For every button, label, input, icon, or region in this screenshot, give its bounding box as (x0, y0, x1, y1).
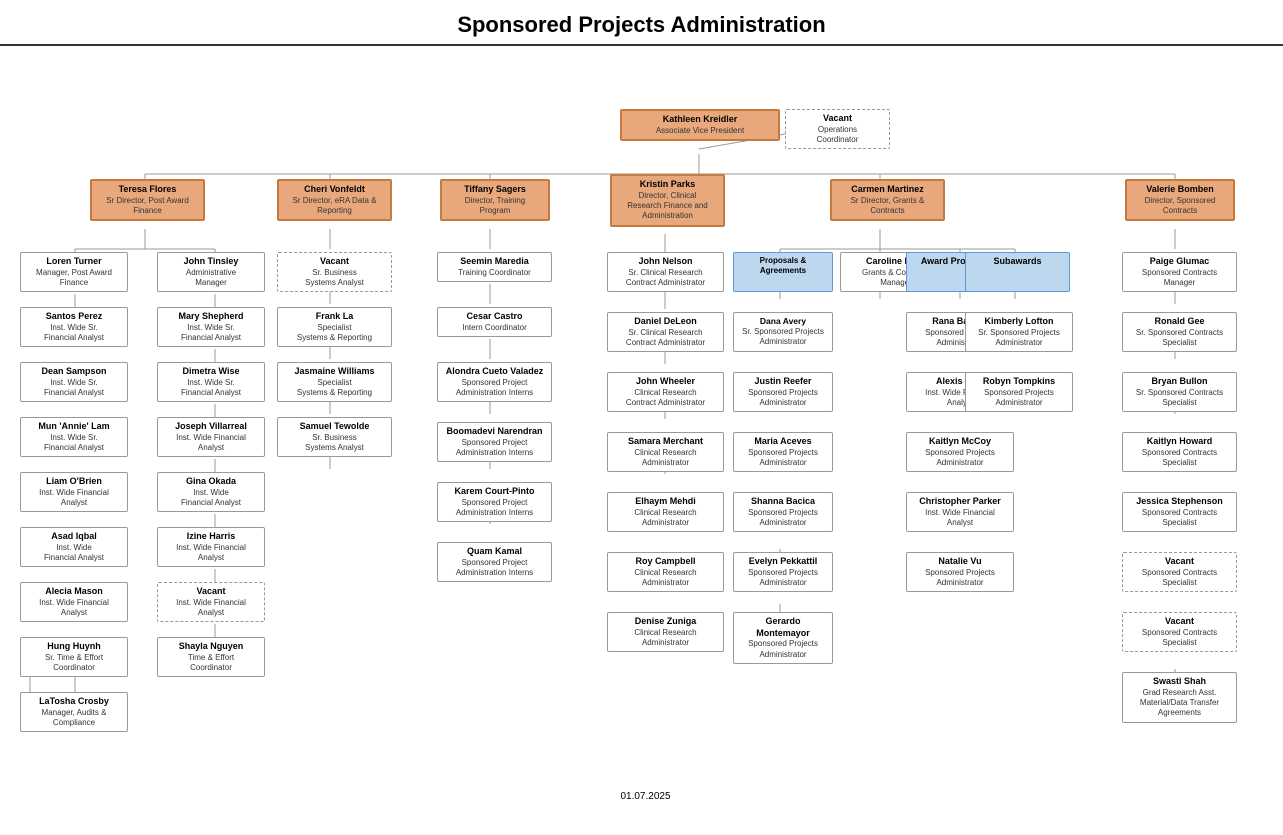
box-hung: Hung Huynh Sr. Time & EffortCoordinator (20, 637, 128, 677)
box-boomadevi: Boomadevi Narendran Sponsored ProjectAdm… (437, 422, 552, 462)
box-jasmaine: Jasmaine Williams SpecialistSystems & Re… (277, 362, 392, 402)
box-loren: Loren Turner Manager, Post AwardFinance (20, 252, 128, 292)
box-frank: Frank La SpecialistSystems & Reporting (277, 307, 392, 347)
box-gerardo: Gerardo Montemayor Sponsored ProjectsAdm… (733, 612, 833, 664)
box-christopher: Christopher Parker Inst. Wide FinancialA… (906, 492, 1014, 532)
box-latosha: LaTosha Crosby Manager, Audits &Complian… (20, 692, 128, 732)
box-maria: Maria Aceves Sponsored ProjectsAdministr… (733, 432, 833, 472)
box-carmen: Carmen Martinez Sr Director, Grants &Con… (830, 179, 945, 221)
box-vacant-ops: Vacant OperationsCoordinator (785, 109, 890, 149)
box-vacant-scs2: Vacant Sponsored ContractsSpecialist (1122, 612, 1237, 652)
box-mary: Mary Shepherd Inst. Wide Sr.Financial An… (157, 307, 265, 347)
box-ronald: Ronald Gee Sr. Sponsored ContractsSpecia… (1122, 312, 1237, 352)
box-liam: Liam O'Brien Inst. Wide FinancialAnalyst (20, 472, 128, 512)
box-kimberly: Kimberly Lofton Sr. Sponsored ProjectsAd… (965, 312, 1073, 352)
box-cheri: Cheri Vonfeldt Sr Director, eRA Data &Re… (277, 179, 392, 221)
box-izine: Izine Harris Inst. Wide FinancialAnalyst (157, 527, 265, 567)
footer-date: 01.07.2025 (4, 783, 1283, 810)
box-vacant-scs1: Vacant Sponsored ContractsSpecialist (1122, 552, 1237, 592)
box-kathleen: Kathleen Kreidler Associate Vice Preside… (620, 109, 780, 141)
box-cesar: Cesar Castro Intern Coordinator (437, 307, 552, 337)
box-dimetra: Dimetra Wise Inst. Wide Sr.Financial Ana… (157, 362, 265, 402)
page-title: Sponsored Projects Administration (0, 0, 1283, 46)
box-john-t: John Tinsley AdministrativeManager (157, 252, 265, 292)
box-justin: Justin Reefer Sponsored ProjectsAdminist… (733, 372, 833, 412)
box-paige: Paige Glumac Sponsored ContractsManager (1122, 252, 1237, 292)
box-gina: Gina Okada Inst. WideFinancial Analyst (157, 472, 265, 512)
box-vacant-fa: Vacant Inst. Wide FinancialAnalyst (157, 582, 265, 622)
box-proposals: Proposals &Agreements (733, 252, 833, 292)
box-valerie: Valerie Bomben Director, SponsoredContra… (1125, 179, 1235, 221)
box-alecia: Alecia Mason Inst. Wide FinancialAnalyst (20, 582, 128, 622)
box-asad: Asad Iqbal Inst. WideFinancial Analyst (20, 527, 128, 567)
box-subawards: Subawards (965, 252, 1070, 292)
box-roy: Roy Campbell Clinical ResearchAdministra… (607, 552, 724, 592)
box-seemin: Seemin Maredia Training Coordinator (437, 252, 552, 282)
box-evelyn-p: Evelyn Pekkattil Sponsored ProjectsAdmin… (733, 552, 833, 592)
box-dean: Dean Sampson Inst. Wide Sr.Financial Ana… (20, 362, 128, 402)
box-robyn: Robyn Tompkins Sponsored ProjectsAdminis… (965, 372, 1073, 412)
box-annie: Mun 'Annie' Lam Inst. Wide Sr.Financial … (20, 417, 128, 457)
box-swasti: Swasti Shah Grad Research Asst.Material/… (1122, 672, 1237, 723)
box-john-w: John Wheeler Clinical ResearchContract A… (607, 372, 724, 412)
box-bryan: Bryan Bullon Sr. Sponsored ContractsSpec… (1122, 372, 1237, 412)
box-joseph: Joseph Villarreal Inst. Wide FinancialAn… (157, 417, 265, 457)
box-denise: Denise Zuniga Clinical ResearchAdministr… (607, 612, 724, 652)
box-john-n: John Nelson Sr. Clinical ResearchContrac… (607, 252, 724, 292)
box-kaitlyn-h: Kaitlyn Howard Sponsored ContractsSpecia… (1122, 432, 1237, 472)
box-teresa: Teresa Flores Sr Director, Post AwardFin… (90, 179, 205, 221)
box-dana-avery: Dana Avery Sr. Sponsored ProjectsAdminis… (733, 312, 833, 352)
box-karem: Karem Court-Pinto Sponsored ProjectAdmin… (437, 482, 552, 522)
box-jessica: Jessica Stephenson Sponsored ContractsSp… (1122, 492, 1237, 532)
box-elhaym: Elhaym Mehdi Clinical ResearchAdministra… (607, 492, 724, 532)
box-shayla: Shayla Nguyen Time & EffortCoordinator (157, 637, 265, 677)
box-vacant-sr: Vacant Sr. BusinessSystems Analyst (277, 252, 392, 292)
box-alondra: Alondra Cueto Valadez Sponsored ProjectA… (437, 362, 552, 402)
box-kaitlyn-m: Kaitlyn McCoy Sponsored ProjectsAdminist… (906, 432, 1014, 472)
box-shanna: Shanna Bacica Sponsored ProjectsAdminist… (733, 492, 833, 532)
box-quam: Quam Kamal Sponsored ProjectAdministrati… (437, 542, 552, 582)
box-kristin: Kristin Parks Director, ClinicalResearch… (610, 174, 725, 227)
box-daniel: Daniel DeLeon Sr. Clinical ResearchContr… (607, 312, 724, 352)
box-samara: Samara Merchant Clinical ResearchAdminis… (607, 432, 724, 472)
box-natalie: Natalie Vu Sponsored ProjectsAdministrat… (906, 552, 1014, 592)
box-santos: Santos Perez Inst. Wide Sr.Financial Ana… (20, 307, 128, 347)
box-samuel: Samuel Tewolde Sr. BusinessSystems Analy… (277, 417, 392, 457)
box-tiffany: Tiffany Sagers Director, TrainingProgram (440, 179, 550, 221)
